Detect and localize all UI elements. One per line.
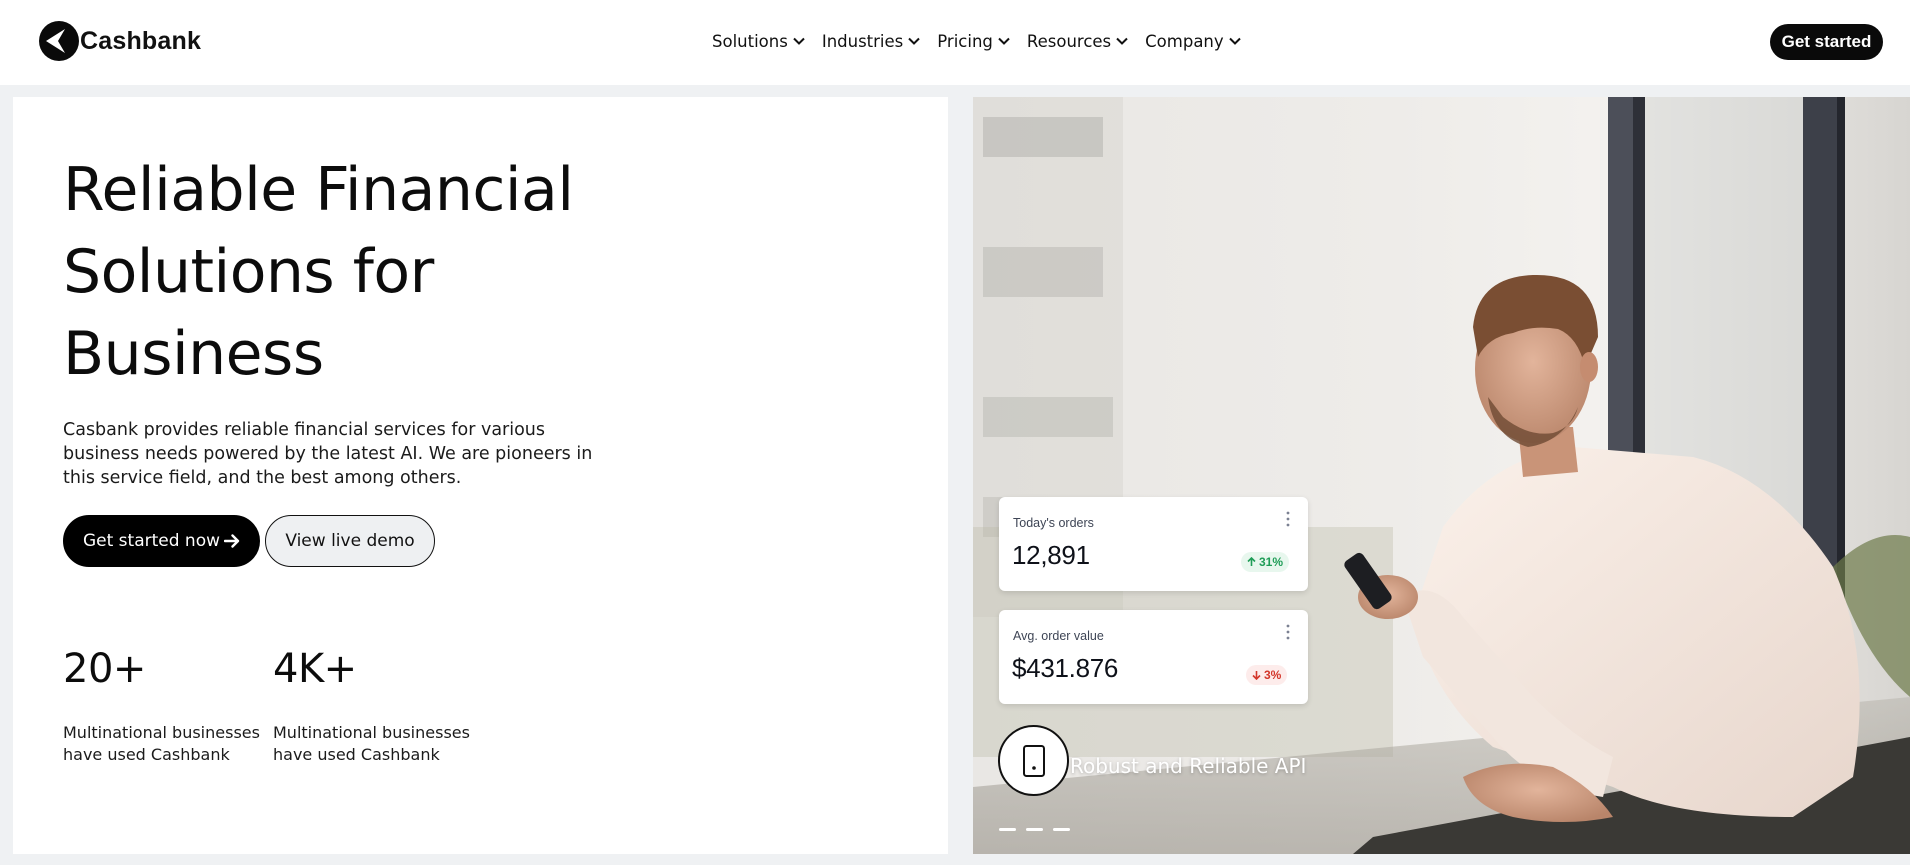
card-value: $431.876 bbox=[1012, 653, 1119, 683]
stat-value: 4K+ bbox=[273, 646, 357, 692]
arrow-down-icon bbox=[1252, 671, 1261, 680]
slider-dot[interactable] bbox=[1026, 828, 1043, 831]
slider-dot[interactable] bbox=[1053, 828, 1070, 831]
hero-title-line: Business bbox=[63, 319, 324, 389]
more-options-icon[interactable] bbox=[1285, 511, 1291, 527]
hero-title: Reliable Financial Solutions for Busines… bbox=[63, 149, 623, 395]
get-started-now-button[interactable]: Get started now bbox=[63, 515, 260, 567]
businessman-photo bbox=[973, 97, 1910, 854]
get-started-button[interactable]: Get started bbox=[1770, 24, 1883, 60]
view-live-demo-button[interactable]: View live demo bbox=[265, 515, 435, 567]
site-header: Cashbank Solutions Industries Pricing Re… bbox=[0, 0, 1910, 85]
change-value: 3% bbox=[1264, 668, 1282, 682]
change-badge: 3% bbox=[1246, 665, 1288, 685]
nav-item-industries[interactable]: Industries bbox=[822, 32, 920, 51]
arrow-right-icon bbox=[224, 534, 240, 548]
nav-item-pricing[interactable]: Pricing bbox=[937, 32, 1010, 51]
stat-card-todays-orders: Today's orders 12,891 31% bbox=[999, 497, 1308, 591]
stat-card-avg-order-value: Avg. order value $431.876 3% bbox=[999, 610, 1308, 704]
nav-item-company[interactable]: Company bbox=[1145, 32, 1241, 51]
feature-label: Robust and Reliable API bbox=[1070, 754, 1307, 778]
nav-item-label: Industries bbox=[821, 31, 904, 51]
nav-item-label: Resources bbox=[1026, 31, 1112, 51]
nav-item-resources[interactable]: Resources bbox=[1027, 32, 1128, 51]
stat-businesses: 20+ Multinational businesses have used C… bbox=[63, 645, 260, 764]
main-nav: Solutions Industries Pricing Resources C… bbox=[712, 28, 1258, 54]
chevron-down-icon bbox=[998, 37, 1010, 45]
arrow-up-icon bbox=[1247, 557, 1256, 566]
nav-item-solutions[interactable]: Solutions bbox=[712, 32, 805, 51]
stat-label: Multinational businesses have used Cashb… bbox=[63, 723, 260, 764]
nav-item-label: Company bbox=[1145, 31, 1224, 51]
nav-item-label: Pricing bbox=[937, 31, 993, 51]
card-title: Avg. order value bbox=[1013, 629, 1104, 643]
hero-description: Casbank provides reliable financial serv… bbox=[63, 420, 593, 488]
brand-name: Cashbank bbox=[80, 26, 202, 55]
cashbank-logo-icon bbox=[39, 21, 79, 61]
tablet-icon[interactable] bbox=[998, 725, 1069, 796]
slider-dot[interactable] bbox=[999, 828, 1016, 831]
hero-title-line: Reliable Financial bbox=[63, 155, 574, 225]
button-label: Get started now bbox=[82, 531, 221, 551]
brand-logo[interactable]: Cashbank bbox=[38, 20, 201, 62]
hero-image-panel: Today's orders 12,891 31% Avg. order val… bbox=[973, 97, 1910, 854]
stat-value: 20+ bbox=[63, 646, 146, 692]
slider-dots bbox=[999, 828, 1070, 831]
card-value: 12,891 bbox=[1012, 540, 1090, 570]
more-options-icon[interactable] bbox=[1285, 624, 1291, 640]
stat-label: Multinational businesses have used Cashb… bbox=[273, 723, 470, 764]
change-badge: 31% bbox=[1241, 552, 1290, 572]
chevron-down-icon bbox=[908, 37, 920, 45]
chevron-down-icon bbox=[1116, 37, 1128, 45]
card-title: Today's orders bbox=[1013, 516, 1094, 530]
stat-customers: 4K+ Multinational businesses have used C… bbox=[273, 645, 470, 764]
chevron-down-icon bbox=[793, 37, 805, 45]
nav-item-label: Solutions bbox=[712, 31, 788, 51]
hero-title-line: Solutions for bbox=[63, 237, 434, 307]
change-value: 31% bbox=[1259, 555, 1284, 569]
button-label: View live demo bbox=[285, 531, 415, 551]
hero-panel: Reliable Financial Solutions for Busines… bbox=[13, 97, 948, 854]
chevron-down-icon bbox=[1228, 37, 1241, 45]
